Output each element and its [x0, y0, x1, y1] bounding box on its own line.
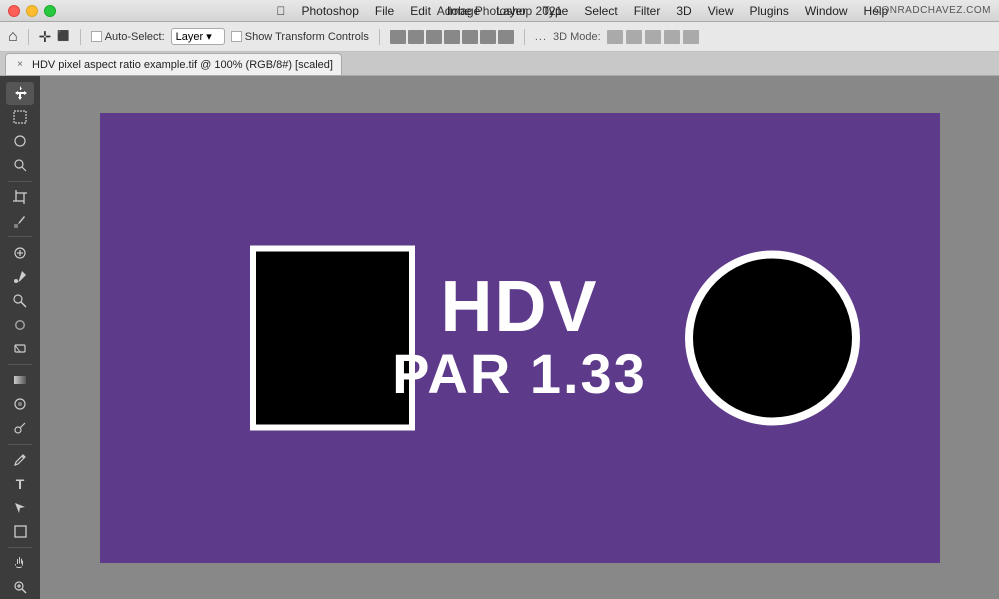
align-bottom-icon[interactable]: [426, 30, 442, 44]
show-transform-label: Show Transform Controls: [231, 31, 369, 43]
hdv-text-block: HDV PAR 1.33: [392, 271, 647, 405]
maximize-button[interactable]: [44, 5, 56, 17]
toolbar-separator-3: [8, 364, 32, 365]
eraser-tool[interactable]: [6, 337, 34, 360]
3d-mode-icons: [607, 30, 699, 44]
menu-image[interactable]: Image: [440, 2, 487, 20]
eyedropper-tool[interactable]: [6, 209, 34, 232]
transform-checkbox[interactable]: [231, 31, 242, 42]
hand-tool[interactable]: [6, 552, 34, 575]
pen-tool[interactable]: [6, 448, 34, 471]
marquee-tool[interactable]: [6, 106, 34, 129]
toolbar-separator-2: [8, 236, 32, 237]
home-icon[interactable]: ⌂: [8, 28, 18, 46]
auto-select-label: Auto-Select:: [105, 31, 165, 43]
minimize-button[interactable]: [26, 5, 38, 17]
zoom-tool[interactable]: [6, 576, 34, 599]
menu-layer[interactable]: Layer: [489, 2, 533, 20]
move-tool-arrows: ⬛: [57, 31, 69, 42]
3d-pan-icon[interactable]: [645, 30, 661, 44]
type-tool[interactable]: T: [6, 472, 34, 495]
distribute-icon[interactable]: [498, 30, 514, 44]
tools-panel: T: [0, 76, 40, 599]
toolbar-separator-5: [8, 547, 32, 548]
menu-window[interactable]: Window: [798, 2, 855, 20]
blur-tool[interactable]: [6, 393, 34, 416]
auto-select-checkbox[interactable]: Auto-Select:: [91, 31, 165, 43]
shape-tool[interactable]: [6, 520, 34, 543]
brush-tool[interactable]: [6, 265, 34, 288]
menu-edit[interactable]: Edit: [403, 2, 438, 20]
title-bar:  Photoshop File Edit Image Layer Type S…: [0, 0, 999, 22]
square-shape: [250, 245, 415, 430]
website-label: CONRADCHAVEZ.COM: [874, 5, 991, 16]
hdv-line1: HDV: [392, 271, 647, 343]
menu-3d[interactable]: 3D: [669, 2, 698, 20]
traffic-lights: [8, 5, 56, 17]
menu-filter[interactable]: Filter: [627, 2, 668, 20]
path-selection-tool[interactable]: [6, 496, 34, 519]
menu-select[interactable]: Select: [577, 2, 624, 20]
align-vertical-center-icon[interactable]: [408, 30, 424, 44]
clone-tool[interactable]: [6, 289, 34, 312]
3d-rotate-icon[interactable]: [607, 30, 623, 44]
align-left-icon[interactable]: [444, 30, 460, 44]
canvas-area: HDV PAR 1.33: [40, 76, 999, 599]
lasso-tool[interactable]: [6, 130, 34, 153]
align-right-icon[interactable]: [480, 30, 496, 44]
circle-shape: [685, 250, 860, 425]
3d-roll-icon[interactable]: [626, 30, 642, 44]
tab-title: HDV pixel aspect ratio example.tif @ 100…: [32, 59, 333, 71]
hdv-line2: PAR 1.33: [392, 343, 647, 405]
toolbar-separator-1: [8, 181, 32, 182]
dodge-tool[interactable]: [6, 417, 34, 440]
toolbar-separator-4: [8, 444, 32, 445]
move-tool[interactable]: [6, 82, 34, 105]
quick-select-tool[interactable]: [6, 154, 34, 177]
apple-menu[interactable]: : [270, 2, 293, 20]
move-tool-icon: ✛: [39, 28, 52, 46]
document-canvas: HDV PAR 1.33: [100, 113, 940, 563]
layer-dropdown[interactable]: Layer ▾: [171, 28, 225, 45]
menu-view[interactable]: View: [701, 2, 741, 20]
align-top-icon[interactable]: [390, 30, 406, 44]
tab-bar: × HDV pixel aspect ratio example.tif @ 1…: [0, 52, 999, 76]
history-brush-tool[interactable]: [6, 313, 34, 336]
auto-select-check-box[interactable]: [91, 31, 102, 42]
align-icons-group: [390, 30, 514, 44]
document-tab[interactable]: × HDV pixel aspect ratio example.tif @ 1…: [5, 53, 342, 75]
menu-photoshop[interactable]: Photoshop: [295, 2, 366, 20]
align-horizontal-center-icon[interactable]: [462, 30, 478, 44]
gradient-tool[interactable]: [6, 369, 34, 392]
3d-slide-icon[interactable]: [664, 30, 680, 44]
3d-mode-label: 3D Mode:: [553, 31, 601, 43]
menu-plugins[interactable]: Plugins: [743, 2, 796, 20]
healing-tool[interactable]: [6, 241, 34, 264]
more-options-icon[interactable]: ...: [535, 31, 547, 43]
tab-close-button[interactable]: ×: [14, 59, 26, 71]
menu-bar:  Photoshop File Edit Image Layer Type S…: [270, 2, 896, 20]
close-button[interactable]: [8, 5, 20, 17]
3d-scale-icon[interactable]: [683, 30, 699, 44]
main-layout: T HDV PAR 1.33: [0, 76, 999, 599]
menu-file[interactable]: File: [368, 2, 401, 20]
options-bar: ⌂ ✛ ⬛ Auto-Select: Layer ▾ Show Transfor…: [0, 22, 999, 52]
menu-type[interactable]: Type: [535, 2, 575, 20]
crop-tool[interactable]: [6, 186, 34, 209]
